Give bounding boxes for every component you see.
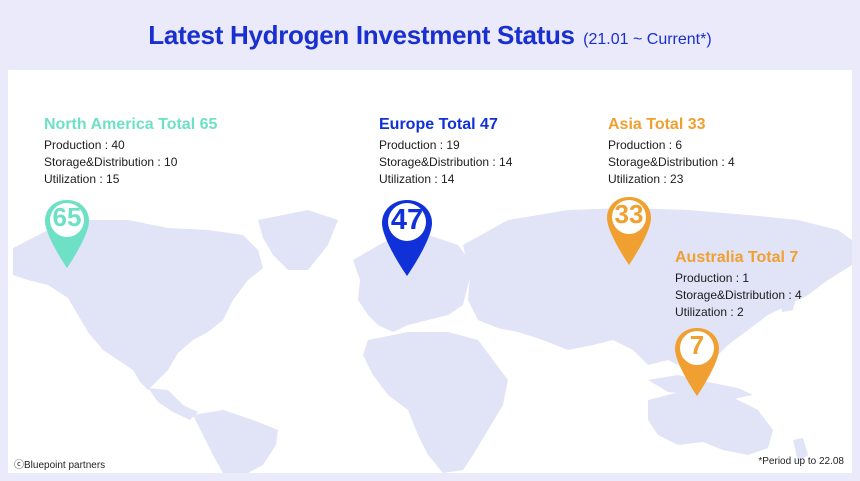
australia-heading: Australia Total 7	[675, 249, 799, 266]
asia-storage: Storage&Distribution : 4	[608, 155, 735, 169]
asia-pin-value: 33	[614, 199, 644, 229]
australia-pin: 7	[672, 326, 722, 398]
asia-utilization: Utilization : 23	[608, 172, 684, 186]
greenland-landmass	[258, 210, 338, 270]
asia-pin: 33	[604, 195, 654, 267]
europe-utilization: Utilization : 14	[379, 172, 455, 186]
asia-heading: Asia Total 33	[608, 116, 706, 133]
map-panel: North America Total 65 Production : 40 S…	[8, 70, 852, 473]
title-period: (21.01 ~ Current*)	[583, 31, 712, 48]
page-title: Latest Hydrogen Investment Status (21.01…	[0, 20, 860, 51]
title-bar: Latest Hydrogen Investment Status (21.01…	[0, 0, 860, 70]
central-america-landmass	[148, 388, 198, 420]
australia-storage: Storage&Distribution : 4	[675, 288, 802, 302]
title-main: Latest Hydrogen Investment Status	[148, 20, 575, 50]
north-america-production: Production : 40	[44, 138, 125, 152]
north-america-summary: North America Total 65 Production : 40 S…	[44, 116, 217, 188]
europe-heading: Europe Total 47	[379, 116, 498, 133]
europe-pin-value: 47	[390, 204, 424, 236]
europe-summary: Europe Total 47 Production : 19 Storage&…	[379, 116, 512, 188]
australia-summary: Australia Total 7 Production : 1 Storage…	[675, 249, 802, 321]
north-america-utilization: Utilization : 15	[44, 172, 120, 186]
asia-summary: Asia Total 33 Production : 6 Storage&Dis…	[608, 116, 735, 188]
asia-production: Production : 6	[608, 138, 683, 152]
south-america-landmass	[193, 410, 278, 473]
credit-text: ⓒBluepoint partners	[14, 460, 106, 471]
africa-landmass	[363, 332, 508, 473]
australia-utilization: Utilization : 2	[675, 305, 744, 319]
australia-landmass	[648, 390, 773, 455]
europe-storage: Storage&Distribution : 14	[379, 155, 513, 169]
europe-pin: 47	[379, 198, 435, 278]
australia-production: Production : 1	[675, 271, 750, 285]
australia-pin-value: 7	[689, 330, 705, 360]
north-america-storage: Storage&Distribution : 10	[44, 155, 178, 169]
north-america-pin-value: 65	[52, 202, 82, 232]
north-america-pin: 65	[42, 198, 92, 270]
north-america-heading: North America Total 65	[44, 116, 218, 133]
period-note: *Period up to 22.08	[758, 456, 844, 467]
europe-production: Production : 19	[379, 138, 460, 152]
